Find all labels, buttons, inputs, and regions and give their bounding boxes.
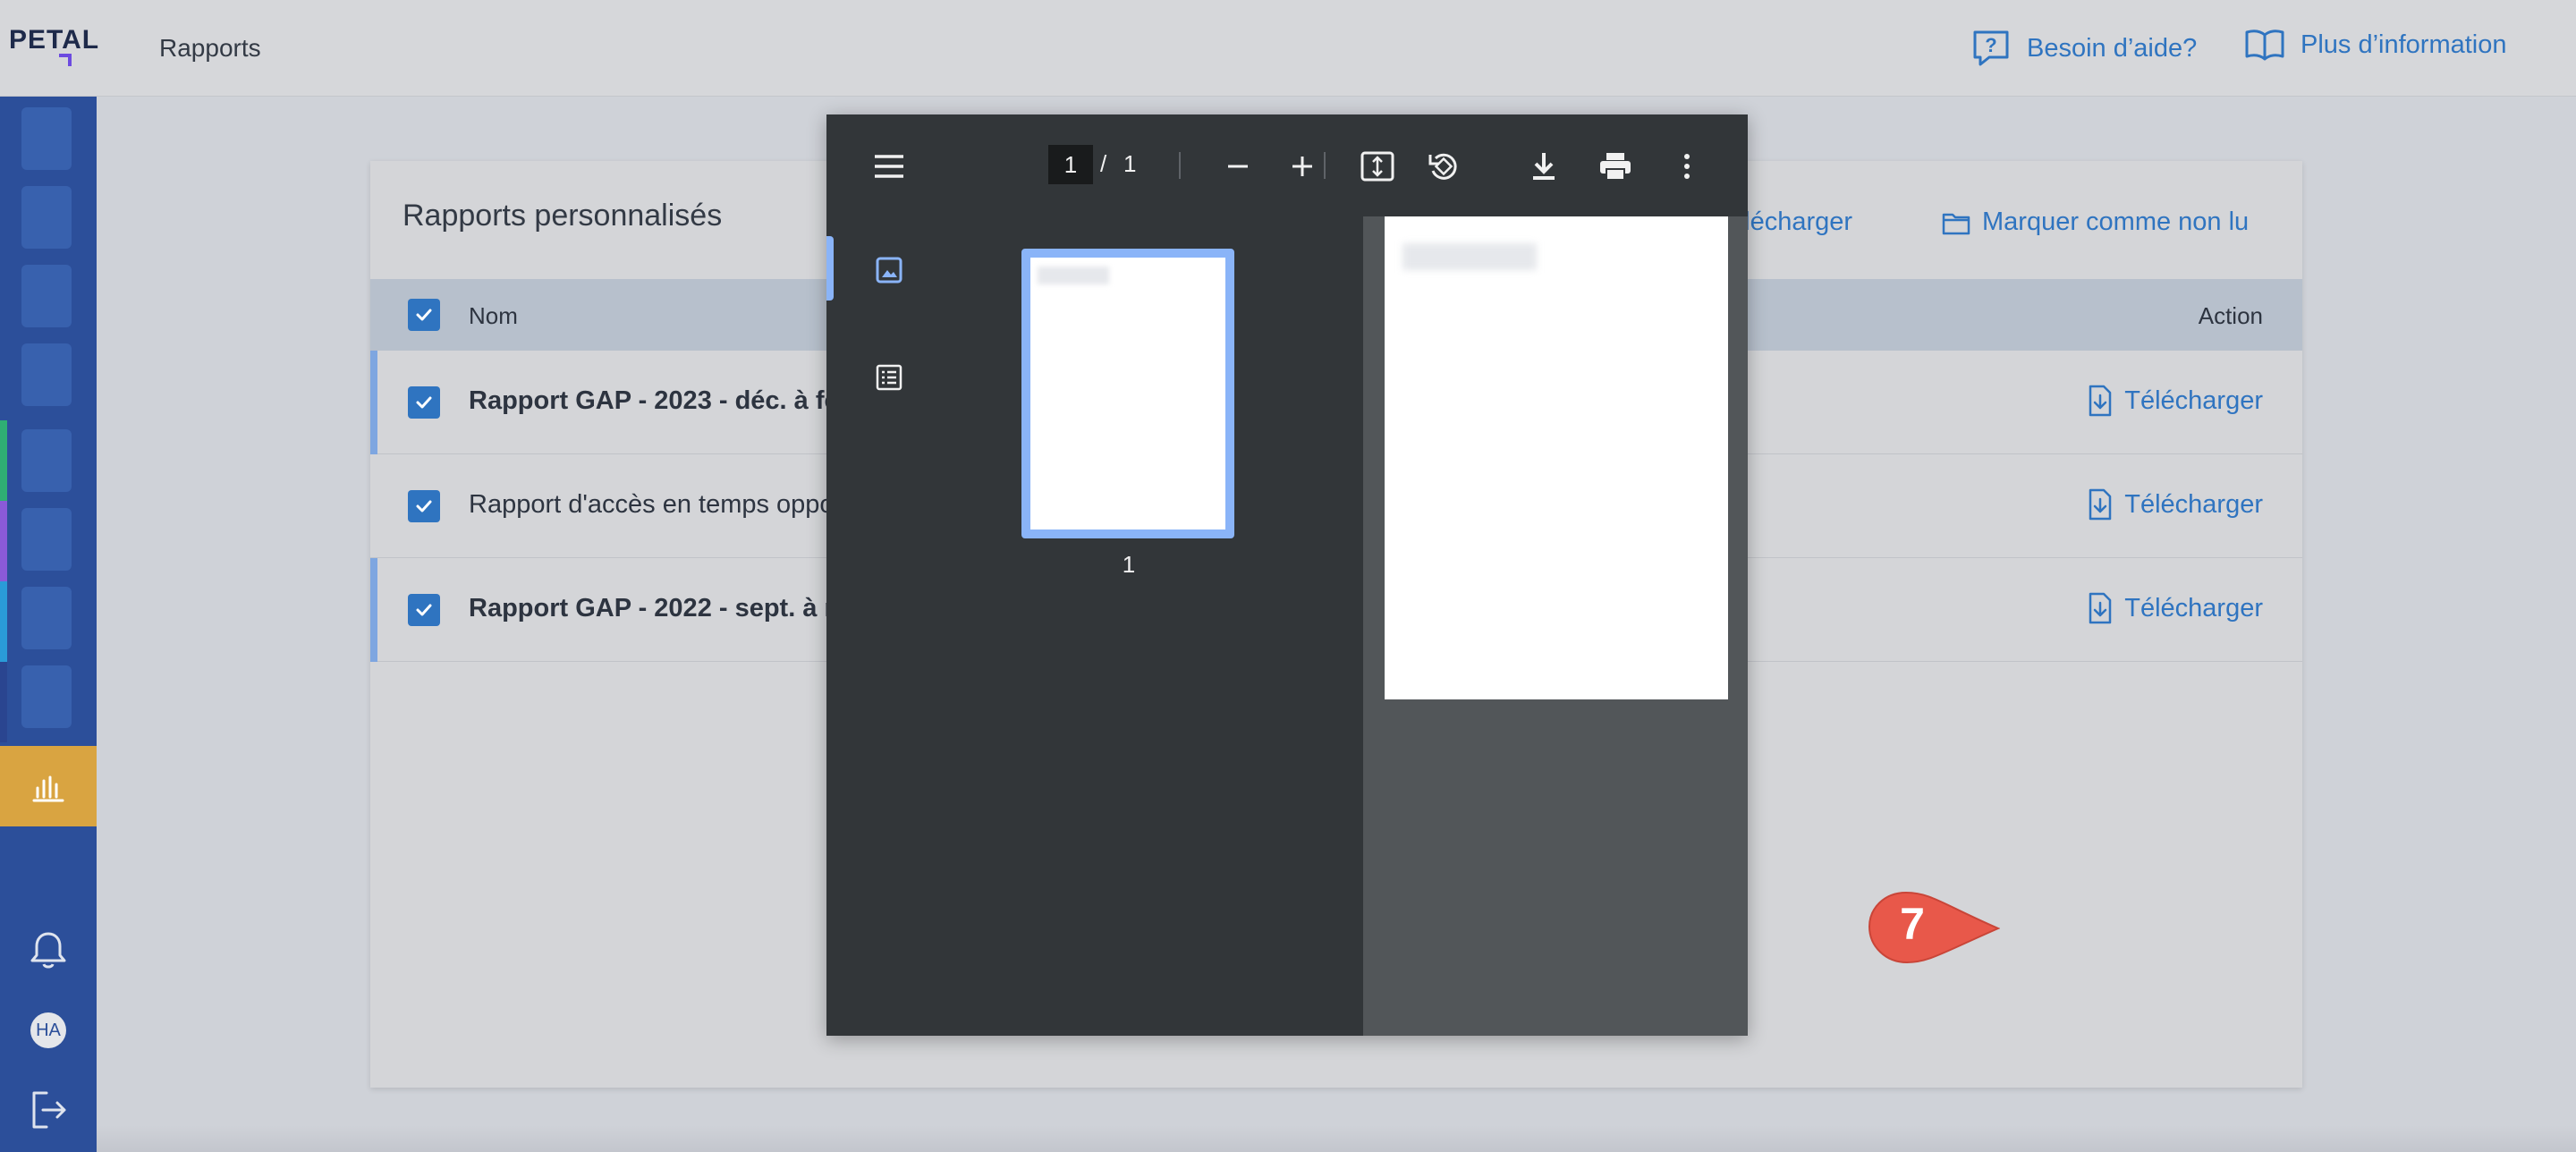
sidebar-item-5[interactable] xyxy=(21,429,72,492)
download-button[interactable]: Télécharger xyxy=(2087,385,2263,417)
file-download-icon xyxy=(2089,385,2112,417)
page-thumbnail[interactable] xyxy=(1021,249,1234,538)
zoom-in-button[interactable] xyxy=(1284,148,1320,184)
sidebar-item-4[interactable] xyxy=(21,343,72,406)
list-icon xyxy=(876,364,902,391)
report-name[interactable]: Rapport d'accès en temps oppo xyxy=(469,490,835,520)
file-download-icon xyxy=(2089,488,2112,521)
check-icon xyxy=(416,500,432,512)
step-number: 7 xyxy=(1900,899,1925,949)
avatar-initials: HA xyxy=(30,1012,66,1048)
file-download-icon xyxy=(2089,592,2112,624)
sidebar: HA xyxy=(0,97,97,1152)
download-button[interactable]: Télécharger xyxy=(2087,592,2263,624)
book-icon xyxy=(2245,30,2284,61)
top-bar: PETAL Rapports ? Besoin d’aide? Plus d’i… xyxy=(0,0,2576,97)
mark-unread-button[interactable]: Marquer comme non lu xyxy=(1941,208,2249,237)
menu-icon xyxy=(875,155,903,178)
download-icon xyxy=(1533,153,1555,180)
petal-logo[interactable]: PETAL xyxy=(9,25,99,55)
sidebar-stripe-navy xyxy=(0,662,7,742)
download-label: Télécharger xyxy=(2124,489,2263,519)
pdf-toolbar: 1 / 1 xyxy=(826,114,1748,216)
report-name[interactable]: Rapport GAP - 2023 - déc. à fév xyxy=(469,386,853,416)
report-name[interactable]: Rapport GAP - 2022 - sept. à no xyxy=(469,594,856,623)
unread-marker xyxy=(370,558,377,662)
row-checkbox[interactable] xyxy=(408,490,440,522)
thumbnail-page-number: 1 xyxy=(1122,551,1136,578)
fit-page-button[interactable] xyxy=(1360,148,1395,184)
outline-tab[interactable] xyxy=(871,360,907,395)
more-options-button[interactable] xyxy=(1669,148,1705,184)
download-label: Télécharger xyxy=(2124,593,2263,623)
info-link[interactable]: Plus d’information xyxy=(2243,27,2507,63)
folder-icon xyxy=(1942,213,1970,234)
page-title: Rapports xyxy=(159,34,261,62)
printer-icon xyxy=(1600,153,1631,181)
sidebar-item-7[interactable] xyxy=(21,587,72,649)
thumbnails-tab[interactable] xyxy=(871,252,907,288)
unread-marker xyxy=(370,351,377,454)
logout-button[interactable] xyxy=(0,1089,97,1131)
sidebar-item-6[interactable] xyxy=(21,508,72,571)
card-title: Rapports personnalisés xyxy=(402,199,723,233)
row-checkbox[interactable] xyxy=(408,594,440,626)
active-tab-indicator xyxy=(826,236,834,301)
sidebar-item-2[interactable] xyxy=(21,186,72,249)
select-all-checkbox[interactable] xyxy=(408,299,440,331)
logout-icon xyxy=(32,1091,66,1129)
check-icon xyxy=(416,396,432,409)
toolbar-divider xyxy=(1179,152,1181,179)
info-label: Plus d’information xyxy=(2301,30,2507,59)
sidebar-item-8[interactable] xyxy=(21,665,72,728)
svg-text:?: ? xyxy=(1985,34,1996,56)
page-separator: / xyxy=(1100,150,1107,177)
minus-icon xyxy=(1228,165,1248,168)
sidebar-stripe-purple xyxy=(0,501,7,581)
check-icon xyxy=(416,604,432,616)
mark-unread-label: Marquer comme non lu xyxy=(1982,208,2250,236)
bulk-download-label: élécharger xyxy=(1730,208,1853,236)
bar-chart-icon xyxy=(32,775,64,802)
menu-button[interactable] xyxy=(871,148,907,184)
toolbar-divider xyxy=(1324,152,1326,179)
column-header-name[interactable]: Nom xyxy=(469,302,518,330)
sidebar-item-3[interactable] xyxy=(21,265,72,327)
zoom-out-button[interactable] xyxy=(1220,148,1256,184)
sidebar-stripe-green xyxy=(0,420,7,501)
page-bottom-shade xyxy=(97,1125,2576,1152)
sidebar-item-1[interactable] xyxy=(21,107,72,170)
image-icon xyxy=(876,257,902,284)
pdf-viewer: 1 / 1 1 xyxy=(826,114,1748,1036)
help-link[interactable]: ? Besoin d’aide? xyxy=(1970,27,2197,70)
page-content xyxy=(1402,243,1537,270)
more-vertical-icon xyxy=(1684,154,1690,179)
download-pdf-button[interactable] xyxy=(1526,148,1562,184)
pdf-page[interactable] xyxy=(1385,216,1728,699)
plus-icon xyxy=(1292,157,1312,176)
notifications-button[interactable] xyxy=(0,928,97,971)
fit-page-icon xyxy=(1360,151,1394,182)
logo-accent-icon xyxy=(59,54,72,66)
rotate-icon xyxy=(1428,153,1457,180)
page-total: 1 xyxy=(1123,150,1137,177)
sidebar-stripe-blue xyxy=(0,581,7,662)
rotate-button[interactable] xyxy=(1426,148,1462,184)
row-checkbox[interactable] xyxy=(408,386,440,419)
bulk-download-button[interactable]: élécharger xyxy=(1730,208,1852,237)
help-icon: ? xyxy=(1973,30,2009,66)
print-button[interactable] xyxy=(1597,148,1633,184)
user-avatar[interactable]: HA xyxy=(0,1012,97,1048)
bell-icon xyxy=(30,932,66,969)
check-icon xyxy=(416,309,432,321)
column-header-action: Action xyxy=(2198,302,2263,329)
sidebar-item-reports[interactable] xyxy=(0,746,97,826)
help-label: Besoin d’aide? xyxy=(2027,33,2198,63)
thumbnail-sidebar: 1 xyxy=(826,216,1363,1036)
download-button[interactable]: Télécharger xyxy=(2087,488,2263,521)
thumbnail-content xyxy=(1038,267,1109,284)
page-number-input[interactable]: 1 xyxy=(1048,145,1093,184)
download-label: Télécharger xyxy=(2124,385,2263,415)
